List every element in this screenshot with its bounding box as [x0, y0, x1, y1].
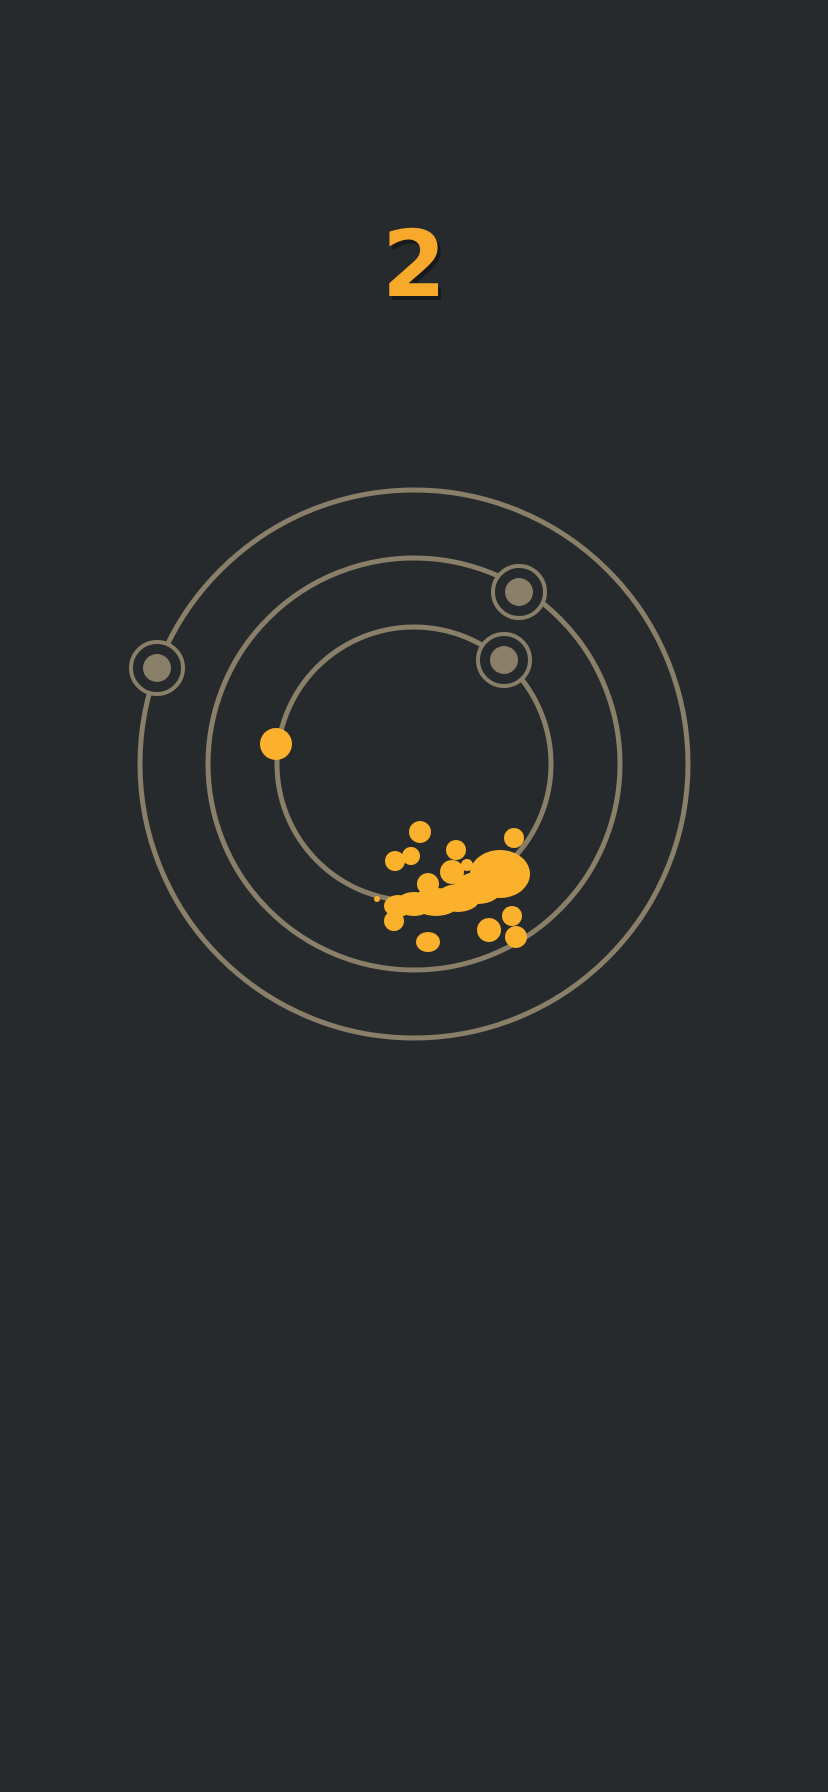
blocker-node-icon	[143, 654, 171, 682]
blocker-outer-left	[129, 640, 185, 696]
game-screen[interactable]: 2	[0, 0, 828, 1792]
blocker-node-icon	[505, 578, 533, 606]
blocker-node-icon	[490, 646, 518, 674]
splat-particles-icon	[374, 821, 530, 952]
blocker-inner-right	[476, 632, 532, 688]
blocker-middle-right	[491, 564, 547, 620]
orbit-outer	[137, 487, 691, 1041]
player-ball-icon[interactable]	[260, 728, 292, 760]
orbit-board[interactable]	[0, 0, 828, 1792]
